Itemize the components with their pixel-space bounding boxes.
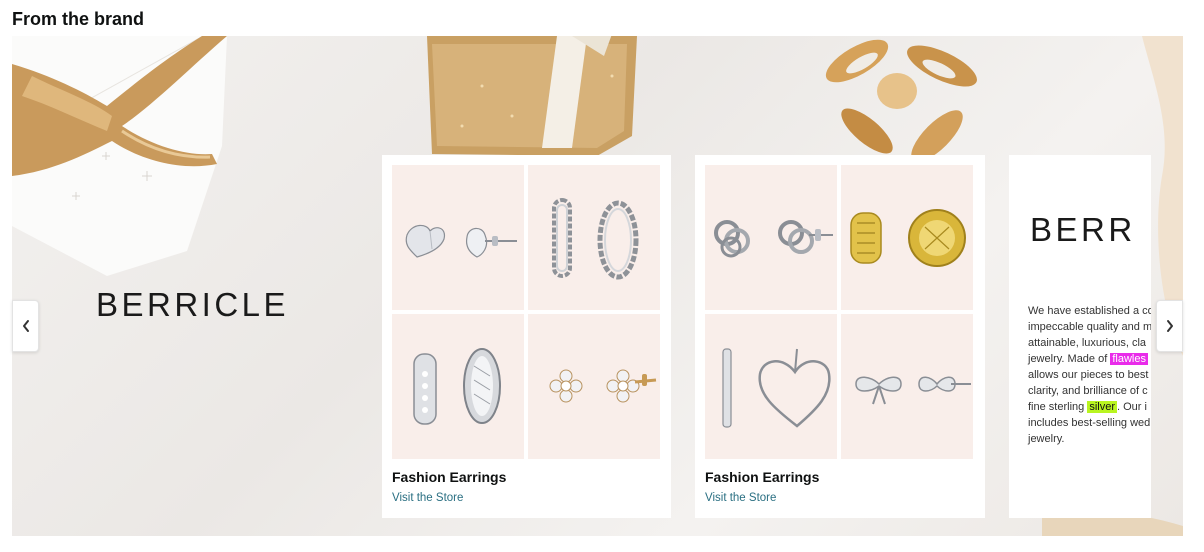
chevron-right-icon — [1166, 320, 1173, 332]
section-title: From the brand — [12, 9, 145, 29]
text-segment: jewelry. Made of — [1028, 353, 1111, 365]
highlighted-word: flawles — [1110, 353, 1148, 365]
earring-image-filigree-hoops[interactable] — [392, 314, 524, 459]
earring-image-knot-studs[interactable] — [705, 165, 837, 310]
card-title: Fashion Earrings — [705, 469, 820, 485]
visit-store-link[interactable]: Visit the Store — [392, 491, 463, 505]
brand-description-line: fine sterling silver. Our i — [1028, 399, 1151, 415]
product-card-1[interactable]: Fashion Earrings Visit the Store — [382, 155, 671, 518]
brand-description-line: allows our pieces to best — [1028, 369, 1149, 381]
product-image-grid — [705, 165, 973, 459]
carousel-next-button[interactable] — [1156, 300, 1183, 352]
brand-description-line: attainable, luxurious, cla — [1028, 337, 1147, 349]
brand-description-line: impeccable quality and m — [1028, 321, 1151, 333]
brand-description-line: We have established a co — [1028, 305, 1151, 317]
brand-logo: BERRICLE — [96, 286, 290, 323]
earring-image-heart-hoops[interactable] — [705, 314, 837, 459]
text-segment: . Our i — [1116, 401, 1147, 413]
brand-logo-partial: BERR — [1030, 211, 1136, 248]
brand-description-line: clarity, and brilliance of c — [1028, 385, 1148, 397]
card-title: Fashion Earrings — [392, 469, 507, 485]
brand-description: We have established a co impeccable qual… — [1028, 303, 1151, 447]
earring-image-chain-hoops[interactable] — [528, 165, 660, 310]
chevron-left-icon — [22, 320, 29, 332]
earring-image-heart-studs[interactable] — [392, 165, 524, 310]
text-segment: fine sterling — [1028, 401, 1088, 413]
earring-image-gold-huggies[interactable] — [841, 165, 973, 310]
brand-description-line: jewelry. Made of flawles — [1028, 351, 1151, 367]
product-image-grid — [392, 165, 660, 459]
carousel-prev-button[interactable] — [12, 300, 39, 352]
highlighted-word: silver — [1087, 401, 1117, 413]
brand-description-line: jewelry. — [1028, 433, 1065, 445]
earring-image-bow-studs[interactable] — [841, 314, 973, 459]
brand-banner: BERRICLE Fashion Earrings Visit the Stor… — [12, 36, 1183, 536]
product-card-2[interactable]: Fashion Earrings Visit the Store — [695, 155, 985, 518]
brand-description-line: includes best-selling wed — [1028, 417, 1151, 429]
earring-image-flower-studs[interactable] — [528, 314, 660, 459]
visit-store-link[interactable]: Visit the Store — [705, 491, 776, 505]
brand-about-card: BERR We have established a co impeccable… — [1009, 155, 1151, 518]
